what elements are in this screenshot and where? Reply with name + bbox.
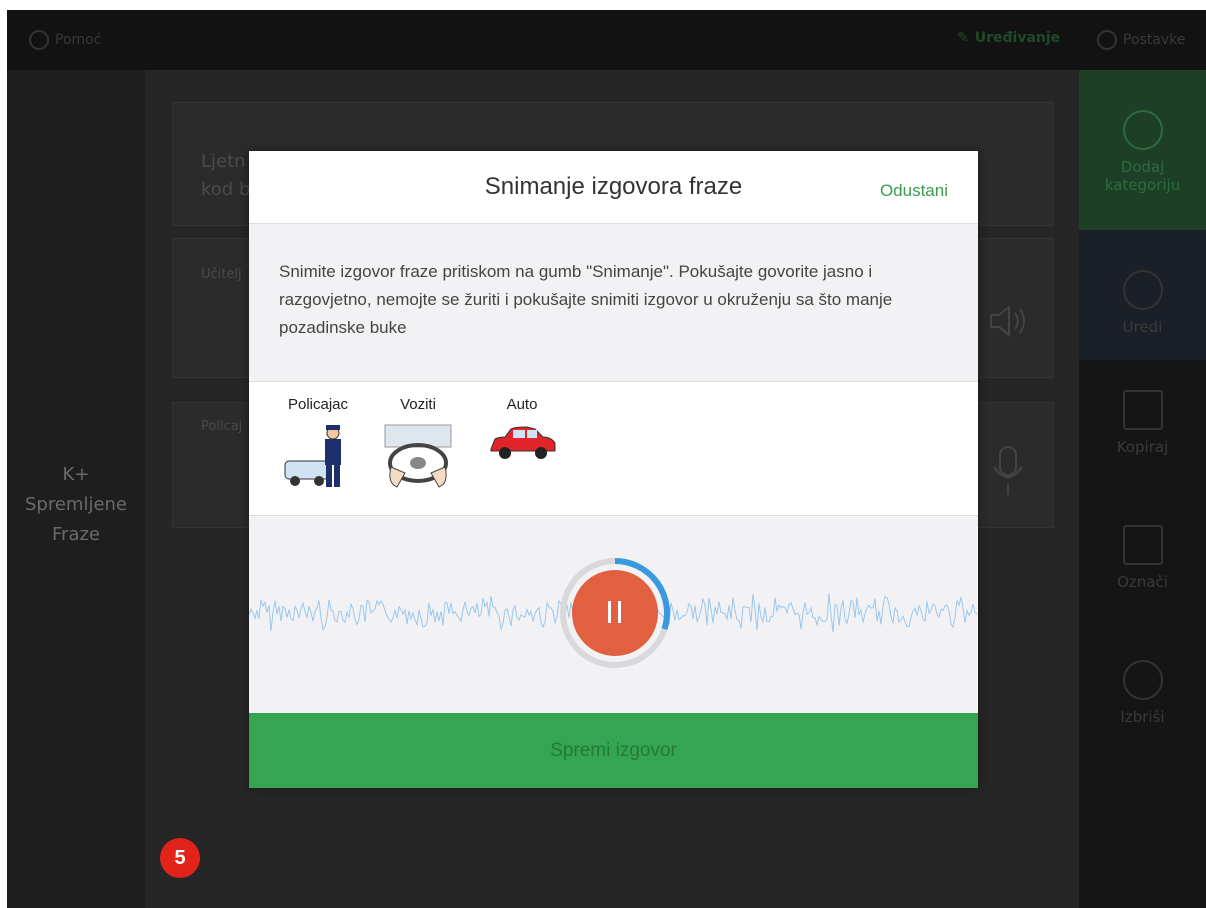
edit-mode-button[interactable]: ✎ Uređivanje [957,30,1060,46]
step-badge: 5 [160,838,200,878]
copy-button-label: Kopiraj [1116,438,1169,456]
delete-button-label: Izbriši [1120,708,1165,726]
recording-control[interactable] [560,558,670,668]
symbol-car: Auto [487,396,557,467]
category-label-line1: K+ [62,464,90,485]
add-category-button[interactable]: Dodaj kategoriju [1079,70,1206,230]
category-label-line3: Fraze [52,524,100,545]
edit-button-label: Uredi [1122,318,1163,336]
top-bar: Pomoć ✎ Uređivanje Postavke [7,10,1206,70]
phrase-text-line1: Ljetn [201,151,246,172]
help-label: Pomoć [55,32,102,48]
edit-label: Uređivanje [974,30,1061,46]
pause-icon [608,601,611,623]
car-icon [490,426,556,459]
mark-button[interactable]: Označi [1079,525,1206,645]
policeman-icon [284,425,341,487]
symbol-label: Voziti [400,396,436,413]
category-label-line2: Spremljene [24,494,128,515]
checkbox-icon [1122,525,1163,565]
phrase-text: Policaj [201,419,243,434]
gear-icon [1097,30,1117,50]
symbol-policeman: Policajac [283,396,353,493]
settings-label: Postavke [1123,32,1186,48]
phrase-text-line2: kod b [201,179,251,200]
symbol-label: Auto [506,396,538,413]
pencil-icon: ✎ [957,30,969,46]
steering-wheel-icon [384,424,452,488]
phrase-symbols: Policajac Voziti Auto [249,381,978,516]
speaker-icon [990,304,1025,338]
dialog-title: Snimanje izgovora fraze [484,173,743,200]
pause-icon [618,601,621,623]
add-category-label-1: Dodaj [1120,158,1165,176]
edit-button[interactable]: Uredi [1079,230,1206,360]
copy-button[interactable]: Kopiraj [1079,390,1206,510]
pause-button[interactable] [572,570,658,656]
mark-button-label: Označi [1117,573,1168,591]
plus-circle-icon [1122,110,1163,150]
record-pronunciation-dialog: Snimanje izgovora fraze Odustani Snimite… [249,151,978,788]
save-recording-button[interactable]: Spremi izgovor [249,713,978,788]
microphone-icon [993,446,1023,495]
help-button[interactable]: Pomoć [29,30,101,50]
category-column: K+ Spremljene Fraze [7,70,145,908]
delete-button[interactable]: Izbriši [1079,660,1206,780]
close-circle-icon [1122,660,1163,700]
category-saved-phrases[interactable]: K+ Spremljene Fraze [7,460,145,550]
dialog-description: Snimite izgovor fraze pritiskom na gumb … [279,262,893,337]
help-icon [29,30,49,50]
dialog-header: Snimanje izgovora fraze Odustani [249,151,978,224]
symbol-label: Policajac [287,396,349,413]
symbol-drive: Voziti [383,396,453,493]
add-category-label-2: kategoriju [1104,176,1181,194]
settings-button[interactable]: Postavke [1097,30,1185,50]
edit-sidebar: Dodaj kategoriju Uredi Kopiraj Označi Iz… [1079,70,1206,908]
phrase-text: Učitelj [201,267,242,282]
copy-icon [1122,390,1163,430]
recording-area [249,515,978,713]
cancel-button[interactable]: Odustani [880,181,948,201]
pencil-icon [1122,270,1163,310]
